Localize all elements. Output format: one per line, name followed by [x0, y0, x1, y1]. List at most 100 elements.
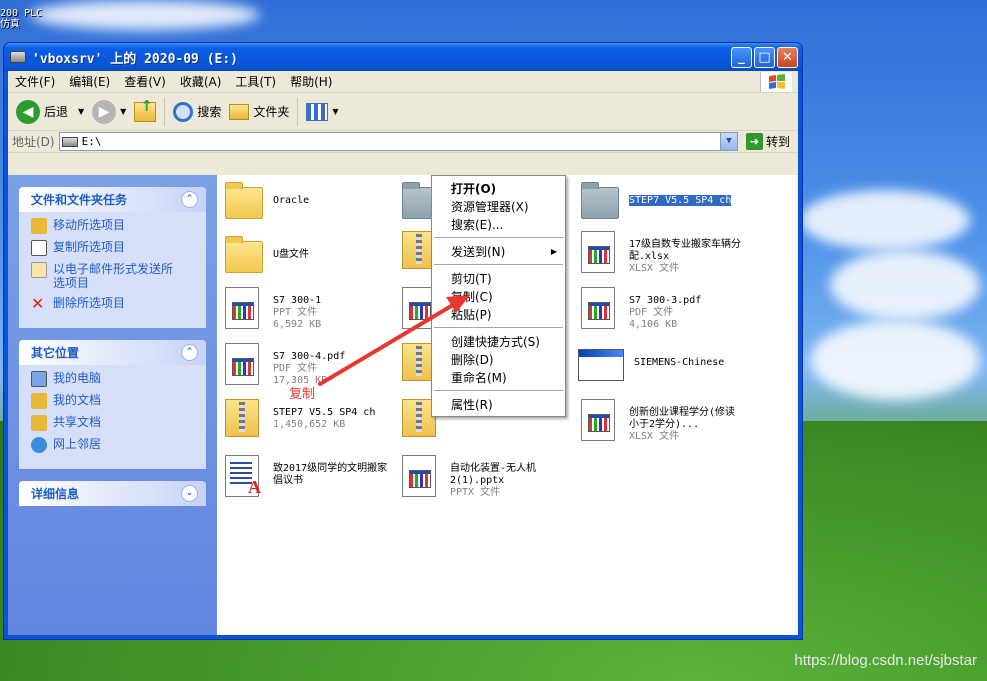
search-icon: [173, 101, 194, 122]
email-icon: [31, 262, 47, 278]
file-item[interactable]: SIEMENS-Chinese: [578, 343, 753, 387]
menu-help[interactable]: 帮助(H): [283, 73, 339, 90]
address-field[interactable]: E:\ ▼: [58, 132, 738, 151]
menu-delete[interactable]: 删除(D): [432, 350, 565, 368]
file-item[interactable]: S7 300-3.pdf PDF 文件 4,106 KB: [581, 287, 756, 331]
file-name: STEP7 V5.5 SP4 ch: [273, 407, 376, 418]
minimize-button[interactable]: _: [731, 46, 752, 68]
file-type: XLSX 文件: [629, 263, 680, 274]
menu-properties[interactable]: 属性(R): [432, 395, 565, 413]
file-tasks-header[interactable]: 文件和文件夹任务 ⌃: [19, 187, 206, 212]
context-menu: 打开(O) 资源管理器(X) 搜索(E)... 发送到(N) ▶ 剪切(T) 复…: [431, 175, 566, 417]
search-label: 搜索: [197, 105, 222, 119]
other-places-header[interactable]: 其它位置 ⌃: [19, 340, 206, 365]
file-item[interactable]: Oracle: [225, 181, 400, 225]
menu-send-to[interactable]: 发送到(N) ▶: [432, 242, 565, 260]
details-panel: 详细信息 ⌄: [19, 481, 206, 506]
file-item[interactable]: STEP7 V5.5 SP4 ch 1,450,652 KB: [225, 399, 400, 443]
go-button[interactable]: ➜ 转到: [742, 133, 794, 150]
file-item[interactable]: 17级自数专业搬家车辆分配.xlsx XLSX 文件: [581, 231, 746, 275]
task-move[interactable]: 移动所选项目: [31, 218, 196, 234]
file-item-selected[interactable]: STEP7 V5.5 SP4 ch: [581, 181, 756, 225]
wordpad-document-icon: [225, 455, 261, 498]
task-copy[interactable]: 复制所选项目: [31, 240, 196, 256]
task-label: 复制所选项目: [53, 240, 126, 254]
search-button[interactable]: 搜索: [169, 100, 225, 124]
task-delete[interactable]: ✕ 删除所选项目: [31, 296, 196, 312]
place-shared-documents[interactable]: 共享文档: [31, 415, 196, 431]
cloud: [30, 0, 260, 30]
collapse-icon[interactable]: ⌃: [181, 344, 198, 361]
menu-rename[interactable]: 重命名(M): [432, 368, 565, 386]
address-value: E:\: [81, 135, 102, 148]
file-item[interactable]: U盘文件: [225, 235, 400, 279]
expand-icon[interactable]: ⌄: [181, 485, 198, 502]
cloud: [810, 320, 980, 400]
menu-favorites[interactable]: 收藏(A): [173, 73, 229, 90]
spreadsheet-file-icon: [581, 399, 615, 441]
folder-icon: [225, 182, 263, 219]
menu-open[interactable]: 打开(O): [432, 179, 565, 197]
file-name: STEP7 V5.5 SP4 ch: [629, 195, 732, 206]
maximize-button[interactable]: □: [754, 46, 775, 68]
menu-explorer[interactable]: 资源管理器(X): [432, 197, 565, 215]
documents-folder-icon: [31, 393, 47, 409]
separator: [297, 97, 299, 126]
windows-logo-icon: [760, 72, 792, 92]
menu-search[interactable]: 搜索(E)...: [432, 215, 565, 233]
menu-paste[interactable]: 粘贴(P): [432, 305, 565, 323]
menu-create-shortcut[interactable]: 创建快捷方式(S): [432, 332, 565, 350]
menu-separator: [434, 264, 563, 265]
file-item[interactable]: 自动化装置-无人机2(1).pptx PPTX 文件: [402, 455, 577, 499]
file-name: S7 300-3.pdf: [629, 295, 702, 306]
task-email[interactable]: 以电子邮件形式发送所选项目: [31, 262, 196, 290]
copy-icon: [31, 240, 47, 256]
menu-tools[interactable]: 工具(T): [228, 73, 283, 90]
chevron-down-icon[interactable]: ▼: [120, 107, 126, 116]
menu-separator: [434, 390, 563, 391]
task-pane: 文件和文件夹任务 ⌃ 移动所选项目 复制所选项目 以电子邮件形式发送所选项目 ✕…: [8, 175, 217, 635]
file-name: U盘文件: [273, 249, 310, 260]
address-dropdown-button[interactable]: ▼: [719, 133, 737, 150]
title-bar[interactable]: 'vboxsrv' 上的 2020-09 (E:) _ □ ✕: [4, 43, 802, 71]
up-folder-icon: ↑: [134, 97, 157, 122]
task-label: 以电子邮件形式发送所选项目: [53, 262, 174, 290]
delete-icon: ✕: [31, 294, 45, 313]
window-title: 'vboxsrv' 上的 2020-09 (E:): [32, 51, 239, 67]
place-my-computer[interactable]: 我的电脑: [31, 371, 196, 387]
collapse-icon[interactable]: ⌃: [181, 191, 198, 208]
menu-bar: 文件(F) 编辑(E) 查看(V) 收藏(A) 工具(T) 帮助(H): [8, 71, 798, 93]
file-type: PDF 文件: [273, 363, 318, 374]
address-bar: 地址(D) E:\ ▼ ➜ 转到: [8, 131, 798, 153]
chevron-down-icon[interactable]: ▼: [332, 107, 338, 116]
panel-title: 文件和文件夹任务: [31, 193, 128, 207]
go-label: 转到: [765, 135, 790, 149]
details-header[interactable]: 详细信息 ⌄: [19, 481, 206, 506]
place-label: 我的文档: [53, 393, 102, 407]
forward-button[interactable]: ▶ ▼: [88, 98, 130, 126]
menu-view[interactable]: 查看(V): [117, 73, 173, 90]
file-item[interactable]: S7 300-1 PPT 文件 6,592 KB: [225, 287, 400, 331]
file-item[interactable]: 致2017级同学的文明搬家倡议书: [225, 455, 400, 499]
menu-copy[interactable]: 复制(C): [432, 287, 565, 305]
place-label: 网上邻居: [53, 437, 102, 451]
file-name: S7 300-1: [273, 295, 322, 306]
menu-edit[interactable]: 编辑(E): [62, 73, 117, 90]
menu-cut[interactable]: 剪切(T): [432, 269, 565, 287]
up-button[interactable]: ↑: [130, 97, 160, 124]
menu-file[interactable]: 文件(F): [8, 73, 62, 90]
desktop-icon-label[interactable]: 200 PLC 仿真: [0, 8, 42, 30]
place-network[interactable]: 网上邻居: [31, 437, 196, 453]
folders-button[interactable]: 文件夹: [225, 101, 293, 122]
back-label: 后退: [44, 105, 69, 119]
chevron-down-icon[interactable]: ▼: [78, 107, 84, 116]
file-item[interactable]: S7 300-4.pdf PDF 文件 17,305 KB: [225, 343, 400, 387]
file-item[interactable]: 创新创业课程学分(修读小于2学分)... XLSX 文件: [581, 399, 751, 443]
close-button[interactable]: ✕: [777, 46, 798, 68]
place-my-documents[interactable]: 我的文档: [31, 393, 196, 409]
menu-separator: [434, 327, 563, 328]
back-button[interactable]: ◀ 后退 ▼: [12, 98, 88, 126]
file-name: S7 300-4.pdf: [273, 351, 346, 362]
views-button[interactable]: ▼: [302, 101, 342, 123]
address-label: 地址(D): [12, 135, 55, 149]
